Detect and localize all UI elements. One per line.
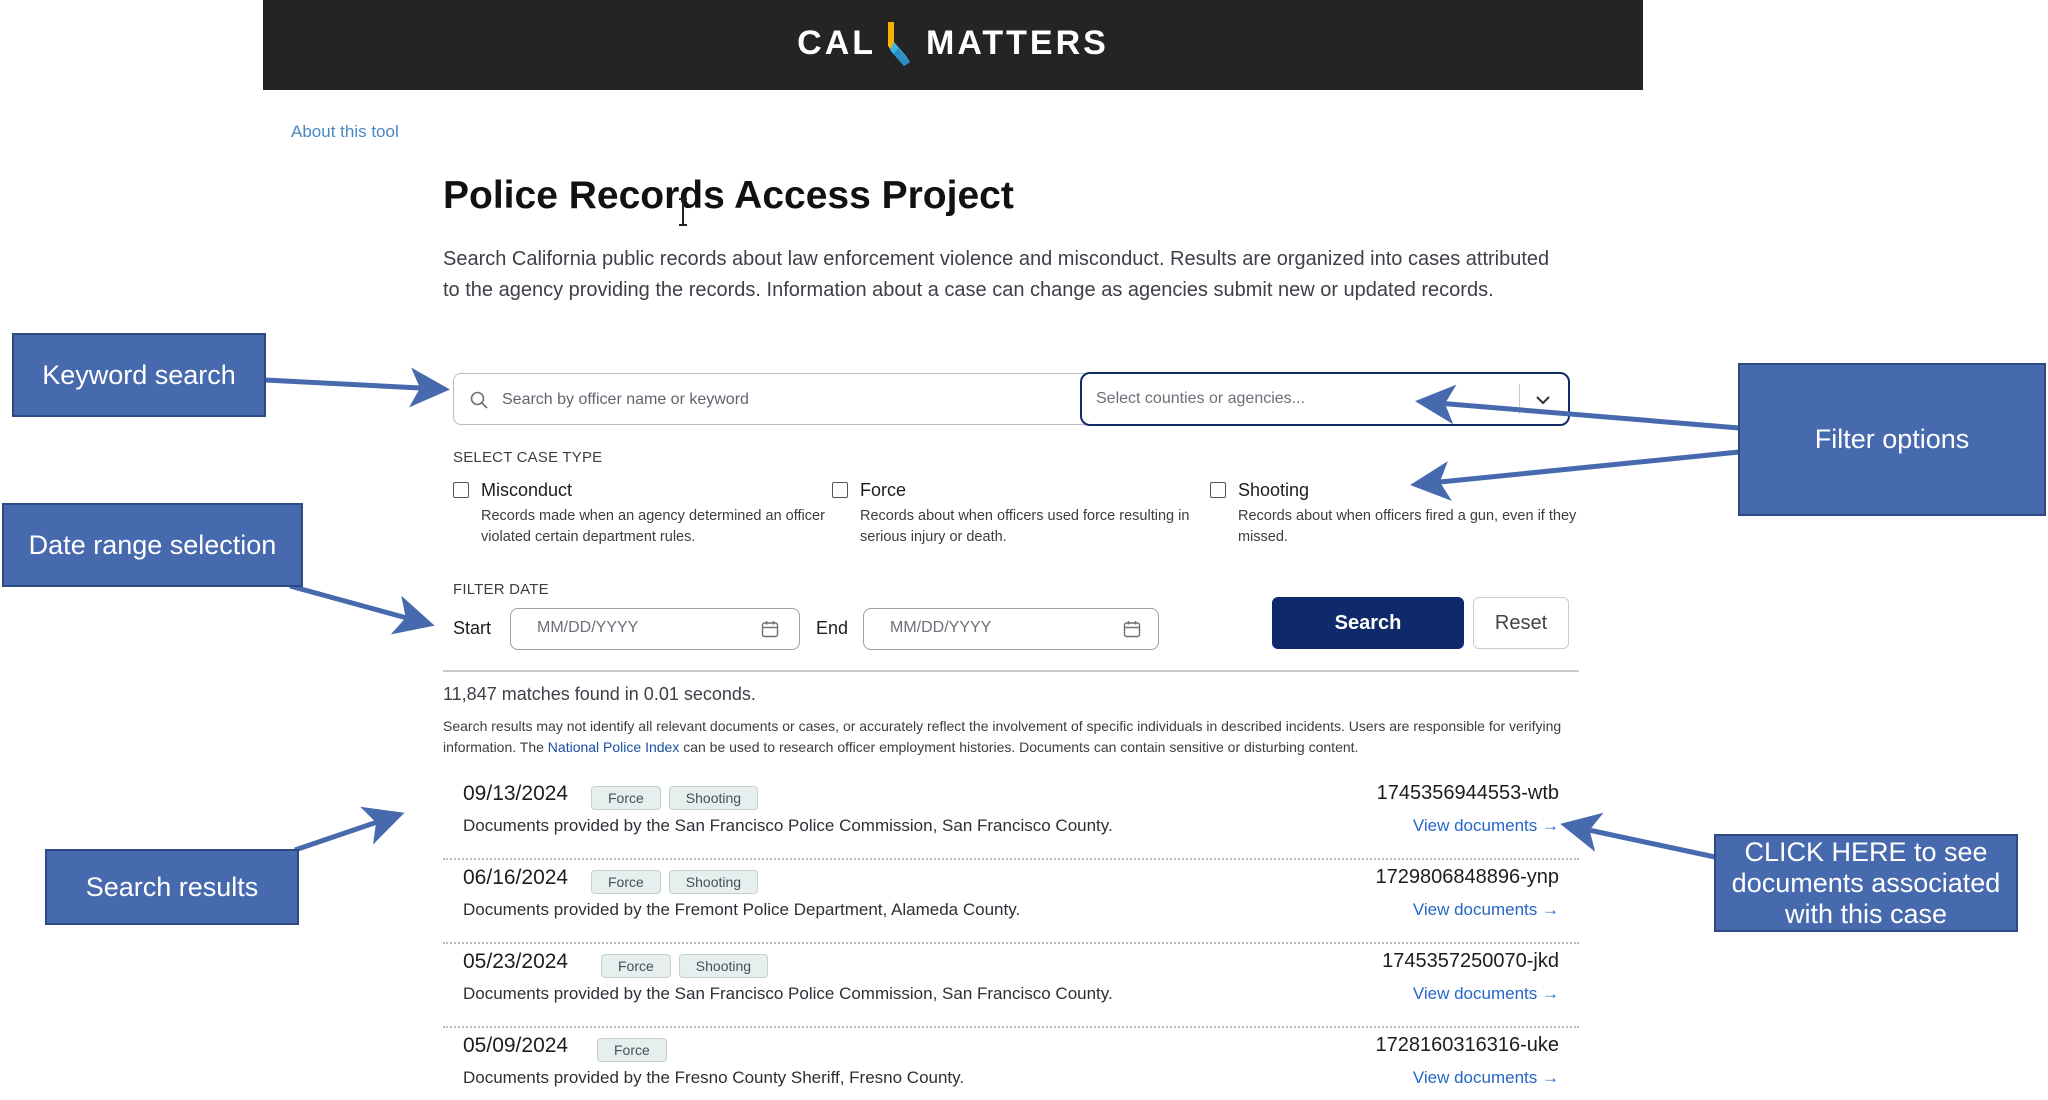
divider	[443, 670, 1579, 672]
results-arrow	[294, 806, 405, 853]
page-intro: Search California public records about l…	[443, 248, 1550, 301]
case-option-misconduct[interactable]: Misconduct Records made when an agency d…	[453, 480, 833, 550]
misconduct-checkbox[interactable]	[453, 482, 469, 498]
filter-date-label: FILTER DATE	[453, 581, 549, 598]
calendar-icon[interactable]	[761, 620, 779, 638]
search-icon	[470, 391, 488, 409]
date-range-arrow	[289, 583, 435, 635]
calmatters-logo[interactable]: CAL MATTERS	[263, 20, 1643, 66]
result-date: 05/23/2024	[463, 950, 569, 973]
logo-text-right: MATTERS	[926, 23, 1109, 62]
result-description: Documents provided by the Fremont Police…	[463, 900, 1021, 919]
result-row: 06/16/2024 Force Shooting Documents prov…	[443, 860, 1579, 944]
end-date-input[interactable]	[888, 618, 1092, 638]
misconduct-desc: Records made when an agency determined a…	[481, 508, 825, 545]
site-header: CAL MATTERS	[263, 0, 1643, 90]
keyword-arrow	[264, 367, 450, 408]
disclaimer: Search results may not identify all rele…	[443, 716, 1583, 758]
reset-button[interactable]: Reset	[1473, 597, 1569, 649]
end-date-label: End	[816, 618, 849, 638]
match-count: 11,847 matches found in 0.01 seconds.	[443, 684, 756, 704]
result-row: 05/09/2024 Force Documents provided by t…	[443, 1028, 1579, 1098]
result-description: Documents provided by the San Francisco …	[463, 816, 1113, 835]
calendar-icon[interactable]	[1123, 620, 1141, 638]
result-case-id: 1745357250070-jkd	[1382, 950, 1559, 972]
result-case-id: 1729806848896-ynp	[1375, 866, 1559, 888]
case-option-force[interactable]: Force Records about when officers used f…	[832, 480, 1212, 550]
result-date: 05/09/2024	[463, 1034, 569, 1057]
result-tags: Force	[597, 1038, 667, 1062]
logo-text-left: CAL	[797, 23, 877, 62]
tag-force: Force	[591, 786, 661, 810]
force-checkbox[interactable]	[832, 482, 848, 498]
start-date-input[interactable]	[535, 618, 739, 638]
result-tags: Force Shooting	[591, 870, 759, 894]
callout-date-range: Date range selection	[2, 503, 303, 587]
about-tool-link[interactable]: About this tool	[291, 122, 399, 142]
callout-search-results: Search results	[45, 849, 299, 925]
tag-shooting: Shooting	[668, 870, 759, 894]
result-description: Documents provided by the San Francisco …	[463, 984, 1113, 1003]
tag-shooting: Shooting	[678, 954, 769, 978]
result-description: Documents provided by the Fresno County …	[463, 1068, 965, 1087]
tag-force: Force	[597, 1038, 667, 1062]
result-tags: Force Shooting	[591, 786, 759, 810]
california-mark-icon	[888, 22, 911, 66]
tag-force: Force	[591, 870, 661, 894]
view-documents-link[interactable]: View documents →	[1413, 900, 1559, 920]
start-date-field[interactable]	[510, 608, 800, 650]
result-row: 09/13/2024 Force Shooting Documents prov…	[443, 776, 1579, 860]
end-date-field[interactable]	[863, 608, 1159, 650]
agency-select[interactable]: Select counties or agencies...	[1080, 372, 1570, 426]
result-row: 05/23/2024 Force Shooting Documents prov…	[443, 944, 1579, 1028]
search-button[interactable]: Search	[1272, 597, 1464, 649]
result-tags: Force Shooting	[601, 954, 769, 978]
case-option-shooting[interactable]: Shooting Records about when officers fir…	[1210, 480, 1590, 550]
shooting-desc: Records about when officers fired a gun,…	[1238, 508, 1577, 545]
view-documents-link[interactable]: View documents →	[1413, 1068, 1559, 1088]
tag-force: Force	[601, 954, 671, 978]
case-type-label: SELECT CASE TYPE	[453, 449, 603, 466]
text-cursor-icon	[679, 198, 687, 226]
result-date: 09/13/2024	[463, 782, 569, 805]
callout-filter-options: Filter options	[1738, 363, 2046, 516]
misconduct-title: Misconduct	[481, 480, 573, 500]
chevron-down-icon[interactable]	[1534, 391, 1552, 409]
callout-click-here: CLICK HERE to see documents associated w…	[1714, 834, 2018, 932]
shooting-checkbox[interactable]	[1210, 482, 1226, 498]
force-desc: Records about when officers used force r…	[860, 508, 1190, 545]
tag-shooting: Shooting	[668, 786, 759, 810]
callout-keyword-search: Keyword search	[12, 333, 266, 417]
click-here-arrow	[1560, 812, 1716, 860]
page-title: Police Records Access Project	[443, 174, 1014, 217]
view-documents-link[interactable]: View documents →	[1413, 816, 1559, 836]
select-divider	[1519, 384, 1520, 414]
view-documents-link[interactable]: View documents →	[1413, 984, 1559, 1004]
result-date: 06/16/2024	[463, 866, 569, 889]
result-case-id: 1745356944553-wtb	[1376, 782, 1559, 804]
national-police-index-link[interactable]: National Police Index	[548, 739, 680, 755]
agency-select-placeholder: Select counties or agencies...	[1096, 390, 1306, 407]
keyword-search-input[interactable]	[500, 382, 1064, 418]
force-title: Force	[860, 480, 907, 500]
shooting-title: Shooting	[1238, 480, 1310, 500]
disclaimer-text-end: can be used to research officer employme…	[679, 739, 1359, 755]
start-date-label: Start	[453, 618, 492, 638]
result-case-id: 1728160316316-uke	[1375, 1034, 1559, 1056]
